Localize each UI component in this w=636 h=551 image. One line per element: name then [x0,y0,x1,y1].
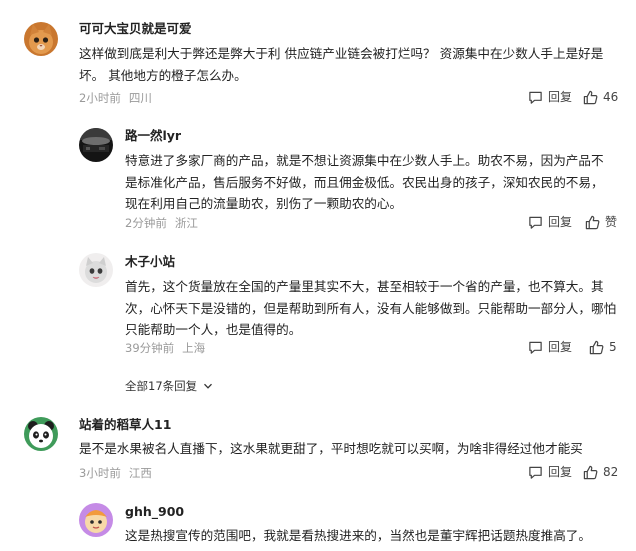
comment-meta: 39分钟前 上海 [125,340,205,356]
like-button[interactable]: 82 [583,464,618,480]
comment-text: 是不是水果被名人直播下，这水果就更甜了，平时想吃就可以买啊，为啥非得经过他才能买 [79,441,583,456]
like-count: 赞 [605,215,618,229]
comment-bubble-icon [529,91,542,104]
reply-label: 回复 [548,465,573,479]
comment-time: 2分钟前 [125,216,167,230]
like-button[interactable]: 赞 [585,214,617,230]
avatar[interactable] [24,22,58,56]
landscape-avatar-icon [79,128,113,162]
comment-text: 特意进了多家厂商的产品，就是不想让资源集中在少数人手上。助农不易，因为产品不是标… [125,153,604,211]
chevron-down-icon [204,383,213,389]
panda-avatar-icon [24,417,58,451]
comment-text: 这是热搜宣传的范围吧，我就是看热搜进来的，当然也是董宇辉把话题热度推高了。 [125,528,591,543]
username[interactable]: ghh_900 [125,504,184,520]
avatar[interactable] [79,253,113,287]
thumbs-up-icon [585,215,600,229]
comment-meta: 3小时前 江西 [79,465,152,481]
cartoon-avatar-icon [79,503,113,537]
comment-location: 江西 [128,466,152,480]
comment-location: 四川 [128,91,152,105]
username[interactable]: 站着的稻草人11 [79,417,171,433]
comment-text: 首先，这个货量放在全国的产量里其实不大，甚至相较于一个省的产量，也不算大。其次，… [125,279,617,337]
avatar[interactable] [79,503,113,537]
comment-bubble-icon [529,216,542,229]
comment-meta: 2小时前 四川 [79,90,152,106]
comment-location: 上海 [182,341,206,355]
like-count: 46 [603,90,619,104]
comment-time: 2小时前 [79,91,121,105]
reply-button[interactable]: 回复 [528,214,572,230]
like-button[interactable]: 46 [583,89,618,105]
reply-button[interactable]: 回复 [528,89,572,105]
thumbs-up-icon [583,90,598,104]
cat-avatar-icon [79,253,113,287]
avatar[interactable] [79,128,113,162]
cat-avatar-icon [24,22,58,56]
comment-location: 浙江 [174,216,198,230]
reply-label: 回复 [548,340,573,354]
like-count: 5 [609,340,617,354]
comment-bubble-icon [529,466,542,479]
comment-text: 这样做到底是利大于弊还是弊大于利 供应链产业链会被打烂吗？ 资源集中在少数人手上… [79,46,604,83]
reply-label: 回复 [548,90,573,104]
comment-time: 3小时前 [79,466,121,480]
comment-bubble-icon [529,341,542,354]
thumbs-up-icon [583,465,598,479]
username[interactable]: 可可大宝贝就是可爱 [79,21,192,37]
username[interactable]: 路一然lyr [125,128,181,144]
comment-time: 39分钟前 [125,341,175,355]
thumbs-up-icon [589,340,604,354]
avatar[interactable] [24,417,58,451]
username[interactable]: 木子小站 [125,254,175,270]
expand-replies-button[interactable]: 全部17条回复 [125,378,213,394]
reply-button[interactable]: 回复 [528,464,572,480]
like-button[interactable]: 5 [589,339,617,355]
reply-label: 回复 [548,215,573,229]
reply-button[interactable]: 回复 [528,339,572,355]
expand-replies-label: 全部17条回复 [125,379,198,393]
comment-meta: 2分钟前 浙江 [125,215,198,231]
like-count: 82 [603,465,619,479]
